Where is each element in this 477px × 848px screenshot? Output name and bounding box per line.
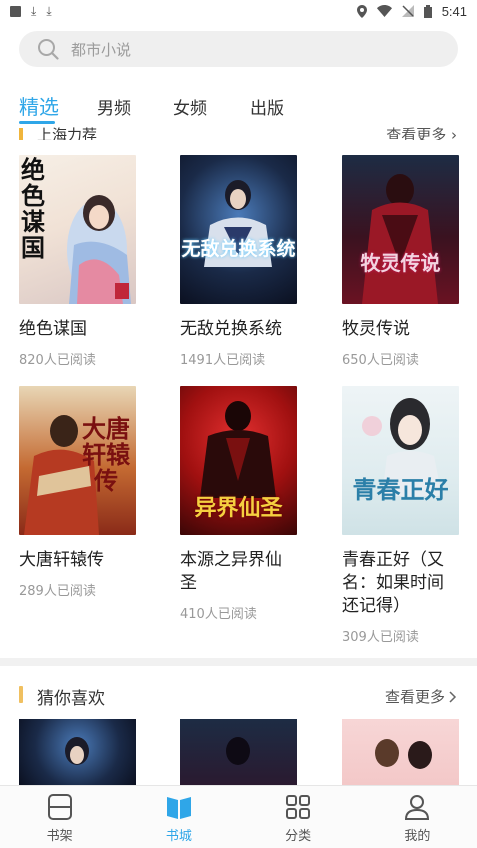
book-title: 绝色谋国 (19, 319, 87, 339)
bookshelf-icon (47, 794, 72, 820)
book-cover[interactable]: 绝色谋国 (19, 155, 136, 304)
cover-title: 异界仙圣 (194, 495, 283, 521)
cover-title: 青春正好 (352, 475, 449, 504)
book-cover[interactable]: 无敌兑换系统 (180, 155, 297, 304)
tab-featured[interactable]: 精选 (19, 91, 59, 120)
wifi-icon (376, 5, 392, 17)
tab-published[interactable]: 出版 (250, 94, 284, 119)
book-title: 青春正好（又名：如果时间还记得） (342, 550, 444, 616)
book-cover[interactable] (19, 719, 136, 785)
nav-profile[interactable]: 我的 (358, 786, 477, 848)
cover-title: 牧灵传说 (360, 251, 441, 275)
bookstore-icon (166, 797, 191, 819)
battery-icon (423, 4, 432, 18)
section-marker (19, 686, 23, 703)
cover-art (362, 398, 442, 496)
book-title: 本源之异界仙圣 (180, 550, 282, 593)
cover-art (226, 737, 250, 765)
cover-art (204, 180, 272, 267)
status-bar: ⤓ ⤓ 5:41 (0, 0, 477, 22)
book-readers: 410人已阅读 (180, 607, 257, 622)
download-icon: ⤓ (31, 4, 37, 18)
search-placeholder: 都市小说 (71, 40, 132, 59)
book-cover[interactable]: 大唐轩辕传 (19, 386, 136, 535)
bottom-nav: 书架 书城 分类 我的 (0, 785, 477, 848)
tab-male[interactable]: 男频 (97, 94, 131, 119)
cover-title: 无敌兑换系统 (181, 238, 296, 260)
book-cover[interactable]: 异界仙圣 (180, 386, 297, 535)
download-icon: ⤓ (46, 4, 52, 18)
nav-label: 我的 (404, 829, 431, 844)
cover-title: 绝色谋国 (21, 155, 45, 262)
book-title: 无敌兑换系统 (180, 319, 282, 339)
see-more-label: 查看更多 (384, 688, 445, 706)
book-readers: 289人已阅读 (19, 584, 96, 599)
tab-female[interactable]: 女频 (173, 94, 207, 119)
status-time: 5:41 (441, 3, 467, 19)
book-cover[interactable]: 牧灵传说 (342, 155, 459, 304)
see-more-link[interactable]: 查看更多 › (386, 124, 457, 140)
nav-category[interactable]: 分类 (239, 786, 358, 848)
book-cover[interactable] (180, 719, 297, 785)
book-title: 牧灵传说 (342, 319, 410, 339)
section-marker (19, 128, 23, 140)
nav-bookstore[interactable]: 书城 (119, 786, 238, 848)
location-icon (356, 4, 367, 18)
nav-label: 书城 (165, 829, 192, 844)
no-signal-icon (401, 5, 414, 17)
book-cover[interactable]: 青春正好 (342, 386, 459, 535)
book-readers: 1491人已阅读 (180, 353, 266, 368)
section-divider (0, 658, 477, 666)
recommended-section-header: 上海力荐 查看更多 › (0, 122, 477, 140)
book-card[interactable]: 无敌兑换系统 无敌兑换系统 1491人已阅读 (180, 155, 297, 368)
cover-title: 大唐轩辕传 (82, 414, 130, 495)
book-title: 大唐轩辕传 (19, 550, 104, 570)
category-tabs: 精选 男频 女频 出版 (0, 88, 477, 124)
book-readers: 650人已阅读 (342, 353, 419, 368)
book-card[interactable]: 大唐轩辕传 大唐轩辕传 289人已阅读 (19, 386, 136, 599)
section-title: 猜你喜欢 (37, 689, 105, 709)
book-card[interactable]: 牧灵传说 牧灵传说 650人已阅读 (342, 155, 459, 368)
book-card[interactable]: 异界仙圣 本源之异界仙圣 410人已阅读 (180, 386, 297, 622)
book-readers: 820人已阅读 (19, 353, 96, 368)
search-icon (38, 39, 59, 60)
nav-bookshelf[interactable]: 书架 (0, 786, 119, 848)
nav-label: 书架 (46, 829, 73, 844)
notification-app-icon (10, 5, 21, 17)
book-cover[interactable] (342, 719, 459, 785)
cover-art (362, 174, 438, 304)
chevron-right-icon (449, 690, 457, 703)
nav-label: 分类 (285, 829, 312, 844)
book-card[interactable]: 青春正好 青春正好（又名：如果时间还记得） 309人已阅读 (342, 386, 459, 645)
book-readers: 309人已阅读 (342, 630, 419, 645)
status-notifications: ⤓ ⤓ (10, 5, 52, 17)
category-grid-icon (286, 795, 311, 819)
profile-icon (405, 795, 430, 820)
see-more-link[interactable]: 查看更多 (385, 686, 457, 707)
book-card[interactable]: 绝色谋国 绝色谋国 820人已阅读 (19, 155, 136, 368)
status-system: 5:41 (356, 3, 467, 19)
cover-art (375, 739, 432, 769)
search-bar[interactable]: 都市小说 (19, 31, 458, 67)
section-title: 上海力荐 (37, 126, 98, 140)
cover-art (65, 737, 89, 765)
